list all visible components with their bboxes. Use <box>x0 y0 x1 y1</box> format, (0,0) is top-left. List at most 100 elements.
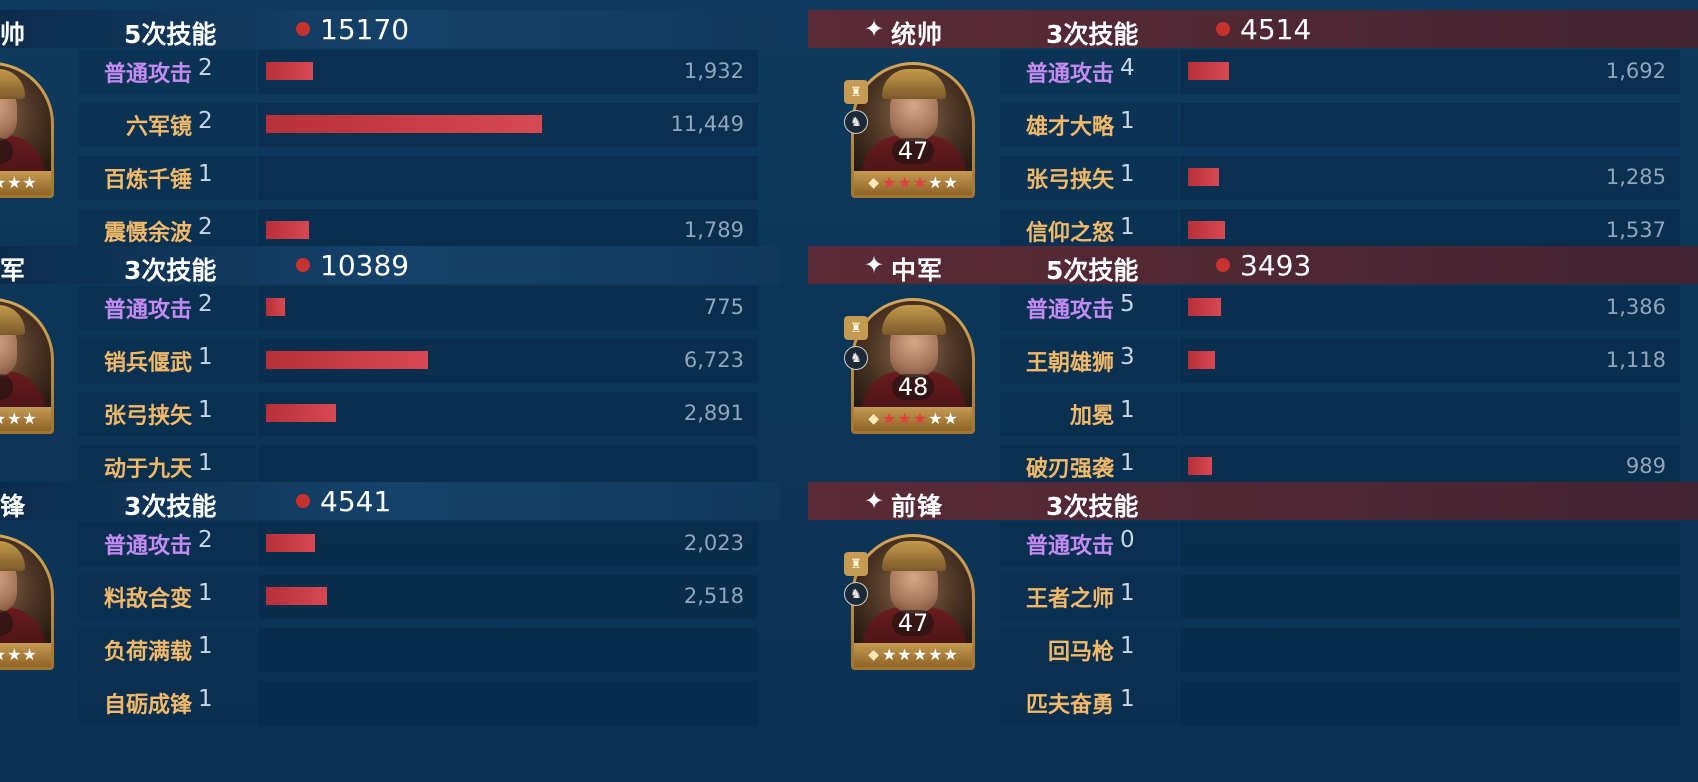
skill-name[interactable]: 回马枪 <box>1014 634 1114 666</box>
sparkle-icon: ✦ <box>864 487 885 515</box>
red-dot-icon <box>296 258 310 272</box>
skill-name[interactable]: 普通攻击 <box>1014 56 1114 88</box>
star-icon: ★ <box>943 645 958 664</box>
star-icon: ★ <box>882 173 897 192</box>
section-header: ✦ 中军 5次技能 3493 <box>808 246 1698 285</box>
skill-name[interactable]: 张弓挟矢 <box>92 398 192 430</box>
hero-level-badge: 47 <box>892 610 934 636</box>
skill-name[interactable]: 料敌合变 <box>92 581 192 613</box>
skill-name[interactable]: 普通攻击 <box>92 528 192 560</box>
star-icon: ★ <box>882 409 897 428</box>
damage-track-background <box>258 156 758 200</box>
skill-name[interactable]: 普通攻击 <box>1014 292 1114 324</box>
battle-section-2: ✦ 前锋 3次技能 47 ◆ ★ ★ ★ ★ ★ ♜ ♞ 普通攻击 0 王者之师 1 回马枪 1 匹夫奋勇 1 <box>808 472 1698 728</box>
role-label: 主帅 <box>0 20 27 49</box>
shield-rank-icon: ♜ <box>844 552 868 576</box>
skill-row: 雄才大略 1 <box>1000 103 1680 147</box>
damage-track-background <box>1180 103 1680 147</box>
skill-row: 普通攻击 2 2,023 <box>78 522 758 566</box>
skill-name[interactable]: 加冕 <box>1014 398 1114 430</box>
skill-name[interactable]: 普通攻击 <box>1014 528 1114 560</box>
star-icon: ★ <box>22 645 37 664</box>
hero-portrait[interactable]: 9◆★★★★★ <box>0 298 54 434</box>
red-dot-icon <box>1216 22 1230 36</box>
hero-helmet <box>882 69 946 99</box>
damage-value: 2,891 <box>683 401 744 425</box>
skill-cast-count: 1 <box>1120 108 1135 134</box>
skill-cast-count: 4 <box>1120 55 1135 81</box>
damage-track-background <box>1180 522 1680 566</box>
battle-section-0: 主帅5次技能151709◆★★★★★普通攻击21,932六军镜211,449百炼… <box>0 0 780 256</box>
horse-icon: ♞ <box>844 582 868 606</box>
skill-name[interactable]: 销兵偃武 <box>92 345 192 377</box>
damage-bar <box>266 62 313 80</box>
role-label: 前锋 <box>0 492 27 521</box>
skill-name[interactable]: 张弓挟矢 <box>1014 162 1114 194</box>
damage-value: 1,118 <box>1605 348 1666 372</box>
hero-star-rating: ◆★★★★★ <box>0 407 51 431</box>
skill-name[interactable]: 王者之师 <box>1014 581 1114 613</box>
skill-count-label: 3次技能 <box>1046 492 1139 521</box>
skill-cast-count: 1 <box>1120 633 1135 659</box>
skill-name[interactable]: 负荷满载 <box>92 634 192 666</box>
star-icon: ★ <box>0 171 6 195</box>
total-damage-value: 4514 <box>1240 13 1312 46</box>
star-icon: ★ <box>912 409 928 428</box>
hero-portrait-image: 48 ◆ ★ ★ ★ ★ ★ <box>854 301 972 431</box>
hero-star-rating: ◆★★★★★ <box>854 643 972 667</box>
damage-bar <box>266 115 542 133</box>
horse-icon: ♞ <box>844 110 868 134</box>
sparkle-icon: ✦ <box>864 15 885 43</box>
role-label: 统帅 <box>891 20 944 49</box>
damage-bar <box>266 404 336 422</box>
star-icon: ★ <box>22 173 37 192</box>
hero-portrait[interactable]: 9◆★★★★★ <box>0 62 54 198</box>
skill-cast-count: 3 <box>1120 344 1135 370</box>
hero-star-rating: ◆★★★★★ <box>854 171 972 195</box>
hero-helmet <box>0 541 25 571</box>
skill-row: 销兵偃武 1 6,723 <box>78 339 758 383</box>
skill-name[interactable]: 自砺成锋 <box>92 687 192 719</box>
damage-value: 1,692 <box>1605 59 1666 83</box>
skill-count-label: 5次技能 <box>124 20 217 49</box>
damage-track-background <box>1180 392 1680 436</box>
skill-cast-count: 5 <box>1120 291 1135 317</box>
damage-bar <box>1188 168 1219 186</box>
skill-name[interactable]: 百炼千锤 <box>92 162 192 194</box>
section-header: ✦ 统帅 3次技能 4514 <box>808 10 1698 49</box>
skill-row: 普通攻击 2 1,932 <box>78 50 758 94</box>
damage-track-background <box>1180 575 1680 619</box>
damage-track-background <box>258 681 758 725</box>
hero-portrait[interactable]: 47 ◆ ★ ★ ★ ★ ★ <box>851 62 975 198</box>
hero-side-icons: ♜ ♞ <box>844 552 868 612</box>
skill-name[interactable]: 匹夫奋勇 <box>1014 687 1114 719</box>
total-damage-value: 4541 <box>320 485 392 518</box>
damage-bar <box>266 534 315 552</box>
star-icon: ★ <box>882 645 897 664</box>
hero-portrait-image: 47 ◆ ★ ★ ★ ★ ★ <box>854 537 972 667</box>
horse-icon: ♞ <box>844 346 868 370</box>
hero-portrait[interactable]: 47 ◆ ★ ★ ★ ★ ★ <box>851 534 975 670</box>
hero-portrait-image: 9◆★★★★★ <box>0 537 51 667</box>
star-icon: ★ <box>897 645 912 664</box>
star-icon: ★ <box>943 409 958 428</box>
skill-cast-count: 1 <box>198 686 213 712</box>
battle-section-0: ✦ 统帅 3次技能 4514 47 ◆ ★ ★ ★ ★ ★ ♜ ♞ 普通攻击 4 1,692 雄才大略 1 张弓挟矢… <box>808 0 1698 256</box>
star-icon: ★ <box>928 173 943 192</box>
star-icon: ★ <box>7 645 22 664</box>
hero-portrait[interactable]: 48 ◆ ★ ★ ★ ★ ★ <box>851 298 975 434</box>
skill-cast-count: 2 <box>198 55 213 81</box>
damage-value: 6,723 <box>683 348 744 372</box>
skill-row: 匹夫奋勇 1 <box>1000 681 1680 725</box>
shield-rank-icon: ♜ <box>844 316 868 340</box>
skill-name[interactable]: 雄才大略 <box>1014 109 1114 141</box>
skill-cast-count: 1 <box>198 344 213 370</box>
skill-name[interactable]: 王朝雄狮 <box>1014 345 1114 377</box>
skill-cast-count: 2 <box>198 108 213 134</box>
skill-name[interactable]: 普通攻击 <box>92 292 192 324</box>
skill-name[interactable]: 普通攻击 <box>92 56 192 88</box>
hero-portrait[interactable]: 9◆★★★★★ <box>0 534 54 670</box>
star-icon: ★ <box>928 409 943 428</box>
skill-name[interactable]: 六军镜 <box>92 109 192 141</box>
damage-value: 1,386 <box>1605 295 1666 319</box>
